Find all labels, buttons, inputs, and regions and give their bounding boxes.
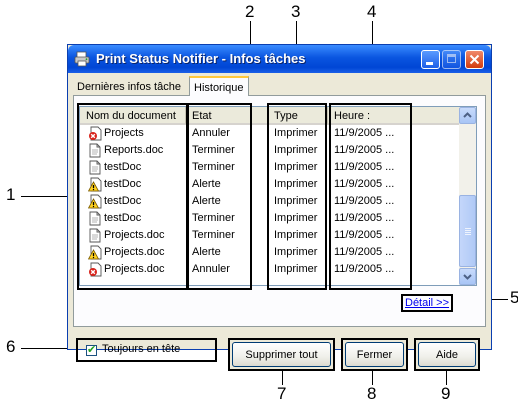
thumb-grip — [465, 228, 471, 229]
scroll-down-button[interactable] — [459, 268, 476, 285]
tab-history[interactable]: Historique — [189, 76, 249, 96]
close-button[interactable]: Fermer — [345, 342, 404, 367]
highlight-column-name — [77, 103, 188, 290]
callout-1: 1 — [6, 185, 16, 204]
callout-6: 6 — [6, 337, 16, 356]
thumb-grip — [465, 232, 471, 233]
highlight-column-state — [187, 103, 252, 290]
callout-2: 2 — [245, 2, 255, 21]
help-button-frame: Aide — [414, 338, 480, 371]
always-on-top-label: Toujours en tête — [102, 343, 181, 355]
callout-4: 4 — [367, 2, 377, 21]
chevron-down-icon — [463, 274, 472, 280]
tab-latest-job-info[interactable]: Dernières infos tâche — [77, 78, 181, 96]
always-on-top-option[interactable]: ✔ Toujours en tête — [76, 338, 217, 362]
highlight-column-time — [329, 103, 412, 290]
delete-all-button[interactable]: Supprimer tout — [232, 342, 331, 367]
vertical-scrollbar[interactable] — [459, 107, 476, 285]
thumb-grip — [465, 234, 471, 235]
detail-link[interactable]: Détail >> — [401, 294, 454, 312]
callout-8: 8 — [367, 384, 377, 403]
checkmark-icon: ✔ — [87, 344, 97, 356]
help-button[interactable]: Aide — [418, 342, 476, 367]
close-button-frame: Fermer — [341, 338, 408, 371]
close-icon — [469, 54, 480, 65]
always-on-top-checkbox[interactable]: ✔ — [86, 344, 97, 356]
minimize-icon — [426, 62, 433, 65]
print-status-window: Print Status Notifier - Infos tâches Der… — [67, 44, 492, 371]
printer-icon — [74, 51, 90, 67]
callout-3: 3 — [291, 2, 301, 21]
window-title: Print Status Notifier - Infos tâches — [96, 51, 306, 66]
delete-all-button-frame: Supprimer tout — [228, 338, 335, 371]
maximize-icon — [447, 54, 456, 63]
thumb-grip — [465, 230, 471, 231]
close-window-button[interactable] — [465, 50, 484, 69]
highlight-column-type — [267, 103, 327, 290]
callout-7: 7 — [277, 384, 287, 403]
callout-9: 9 — [441, 384, 451, 403]
scrollbar-thumb[interactable] — [459, 195, 476, 267]
title-bar[interactable]: Print Status Notifier - Infos tâches — [68, 45, 491, 73]
scroll-up-button[interactable] — [459, 107, 476, 124]
minimize-button[interactable] — [421, 50, 440, 69]
maximize-button[interactable] — [442, 50, 461, 69]
chevron-up-icon — [463, 112, 472, 118]
callout-5: 5 — [510, 288, 518, 307]
